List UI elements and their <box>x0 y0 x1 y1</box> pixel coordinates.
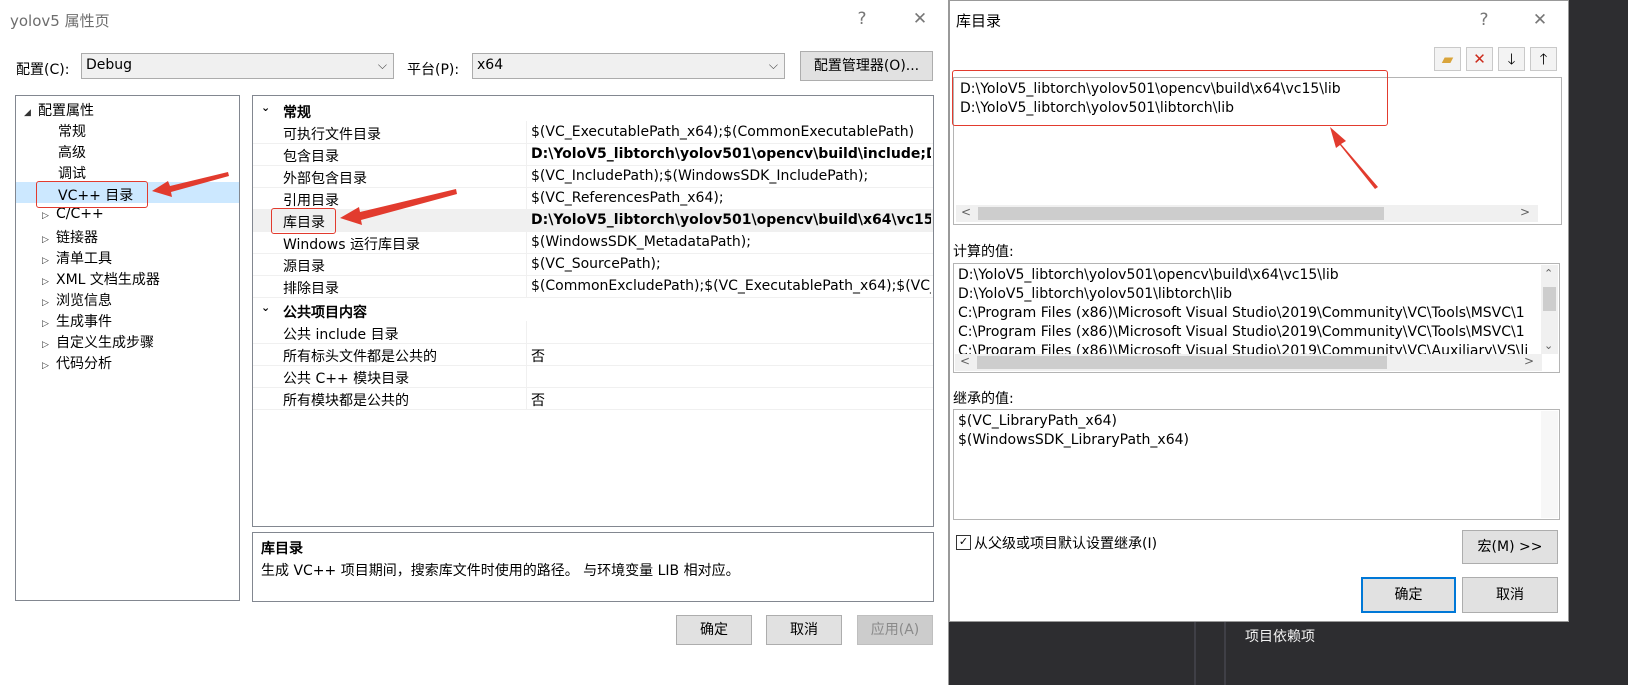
divider <box>1224 622 1226 685</box>
scroll-thumb[interactable] <box>1543 287 1556 311</box>
library-directories-dialog: 库目录 ? ✕ ▰ ✕ 🡓 🡑 D:\YoloV5_libtorch\yolov… <box>949 0 1569 622</box>
solution-item[interactable]: 项目依赖项 <box>1245 626 1315 646</box>
inherited-line: $(WindowsSDK_LibraryPath_x64) <box>958 432 1189 448</box>
property-pages-dialog: yolov5 属性页 ? ✕ 配置(C): Debug ⌵ 平台(P): x64… <box>0 0 949 685</box>
cancel-button[interactable]: 取消 <box>1462 577 1558 613</box>
computed-values-list: D:\YoloV5_libtorch\yolov501\opencv\build… <box>953 263 1560 373</box>
horizontal-scrollbar[interactable]: < > <box>955 354 1542 371</box>
red-arrow-icon <box>152 172 229 197</box>
scroll-down-icon[interactable]: ⌄ <box>1544 339 1553 352</box>
computed-line: D:\YoloV5_libtorch\yolov501\opencv\build… <box>958 267 1339 283</box>
macros-button[interactable]: 宏(M) >> <box>1462 530 1558 564</box>
computed-label: 计算的值: <box>953 244 1014 260</box>
inherited-label: 继承的值: <box>953 391 1014 407</box>
red-arrow-icon <box>340 189 457 225</box>
ide-background: 项目依赖项 <box>949 622 1628 685</box>
vertical-scrollbar[interactable] <box>1541 411 1558 518</box>
computed-line: D:\YoloV5_libtorch\yolov501\libtorch\lib <box>958 286 1233 302</box>
divider <box>1194 622 1196 685</box>
inherit-checkbox-label[interactable]: 从父级或项目默认设置继承(I) <box>974 533 1157 553</box>
scroll-thumb[interactable] <box>977 356 1387 369</box>
inherited-values-list: $(VC_LibraryPath_x64) $(WindowsSDK_Libra… <box>953 409 1560 520</box>
annotation-arrows <box>152 172 457 225</box>
scroll-right-icon[interactable]: > <box>1524 354 1534 368</box>
vertical-scrollbar[interactable]: ⌃ ⌄ <box>1541 265 1558 354</box>
inherited-line: $(VC_LibraryPath_x64) <box>958 413 1117 429</box>
inherit-checkbox[interactable]: ✓ <box>956 535 971 550</box>
computed-line: C:\Program Files (x86)\Microsoft Visual … <box>958 305 1525 321</box>
computed-line: C:\Program Files (x86)\Microsoft Visual … <box>958 324 1525 340</box>
scroll-up-icon[interactable]: ⌃ <box>1544 267 1553 280</box>
ok-button[interactable]: 确定 <box>1361 577 1456 613</box>
scroll-left-icon[interactable]: < <box>960 354 970 368</box>
red-arrow-icon <box>1330 127 1378 189</box>
